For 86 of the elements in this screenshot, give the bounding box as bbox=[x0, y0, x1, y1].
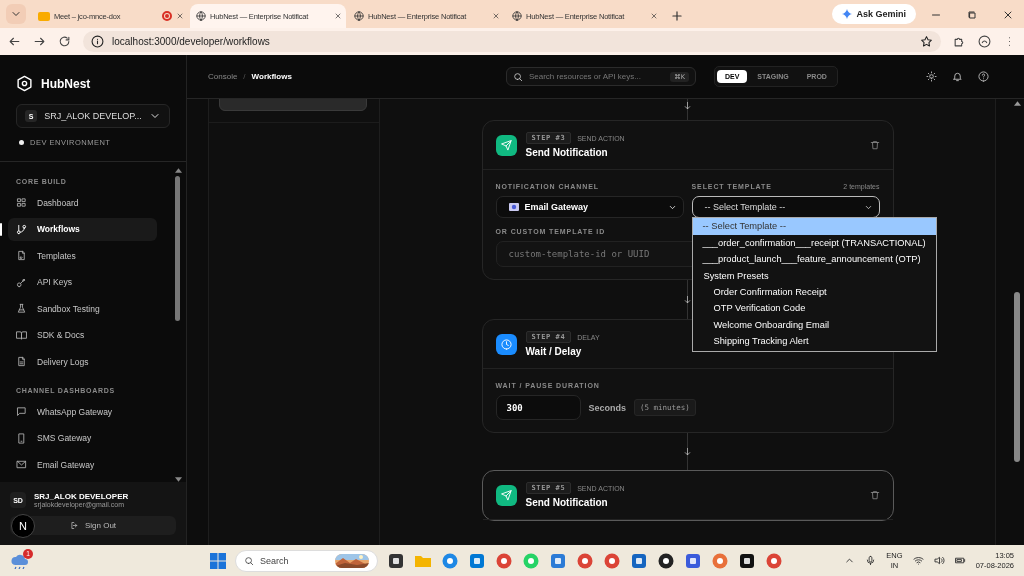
forward-icon[interactable] bbox=[33, 35, 46, 48]
phone-icon bbox=[16, 432, 27, 444]
wifi-icon[interactable] bbox=[912, 555, 924, 566]
chat-bubble-icon bbox=[16, 406, 27, 417]
globe-icon bbox=[354, 11, 364, 21]
breadcrumb-separator: / bbox=[243, 72, 246, 81]
taskbar-app-icon[interactable] bbox=[657, 551, 675, 570]
star-icon[interactable] bbox=[920, 35, 933, 48]
document-icon bbox=[16, 356, 27, 367]
duration-field[interactable]: 300 bbox=[495, 395, 581, 420]
step-title: Send Notification bbox=[525, 497, 609, 508]
search-icon bbox=[244, 555, 254, 566]
taskbar-app-icon[interactable] bbox=[387, 551, 405, 570]
sidebar-item[interactable]: Email Gateway bbox=[8, 453, 157, 476]
info-icon bbox=[91, 35, 104, 48]
scroll-up-icon[interactable] bbox=[174, 168, 182, 173]
close-icon[interactable] bbox=[334, 12, 342, 20]
send-icon bbox=[500, 489, 512, 501]
trash-icon[interactable] bbox=[869, 140, 880, 150]
camera-icon bbox=[38, 11, 50, 21]
book-icon bbox=[16, 329, 27, 341]
key-icon bbox=[16, 276, 27, 288]
dropdown-option[interactable]: -- Select Template -- bbox=[692, 218, 936, 235]
sidebar-item[interactable]: Dashboard bbox=[8, 191, 157, 214]
channel-select[interactable]: Email Gateway bbox=[495, 196, 684, 218]
branch-icon bbox=[16, 223, 27, 235]
profile-icon[interactable] bbox=[978, 35, 991, 48]
help-icon[interactable] bbox=[978, 71, 989, 82]
restore-icon[interactable] bbox=[966, 9, 978, 21]
envelope-icon bbox=[508, 203, 519, 211]
logout-icon bbox=[69, 521, 79, 530]
globe-icon bbox=[512, 11, 522, 21]
sun-icon[interactable] bbox=[926, 71, 937, 82]
sidebar-item[interactable]: API Keys bbox=[8, 270, 157, 294]
user-name: SRJ_ALOK DEVELOPER bbox=[34, 492, 129, 501]
clock-icon bbox=[500, 338, 512, 350]
back-icon[interactable] bbox=[8, 35, 21, 48]
option-group-label: System Presets bbox=[702, 269, 770, 283]
sidebar-item[interactable]: SMS Gateway bbox=[8, 426, 157, 450]
address-bar[interactable]: localhost:3000/developer/workflows bbox=[83, 31, 941, 52]
trash-icon[interactable] bbox=[869, 490, 880, 500]
reload-icon[interactable] bbox=[58, 35, 71, 48]
brand-name: HubNest bbox=[41, 76, 91, 91]
microphone-icon[interactable] bbox=[865, 555, 877, 566]
puzzle-icon[interactable] bbox=[953, 35, 966, 48]
breadcrumb[interactable]: Workflows bbox=[251, 72, 292, 81]
step-title: Send Notification bbox=[525, 147, 609, 158]
tab-list-button[interactable] bbox=[6, 4, 26, 24]
active-indicator bbox=[0, 222, 2, 236]
dropdown-option[interactable]: OTP Verification Code bbox=[692, 300, 936, 317]
new-tab-icon[interactable] bbox=[670, 9, 684, 23]
scrollbar[interactable] bbox=[174, 168, 182, 482]
sparkle-icon bbox=[842, 9, 853, 19]
recording-icon bbox=[162, 11, 172, 21]
flask-icon bbox=[16, 303, 27, 314]
status-dot bbox=[19, 140, 24, 145]
file-icon bbox=[16, 250, 27, 261]
unit-label: Seconds bbox=[588, 402, 626, 413]
battery-icon[interactable] bbox=[954, 555, 966, 566]
send-icon bbox=[500, 139, 512, 151]
dev-tools-badge[interactable]: N bbox=[11, 514, 35, 538]
hexagon-logo-icon bbox=[16, 75, 33, 92]
volume-icon[interactable] bbox=[933, 555, 945, 566]
windows-start-icon[interactable] bbox=[210, 552, 226, 569]
bell-icon[interactable] bbox=[952, 71, 963, 82]
template-select[interactable]: -- Select Template -- bbox=[691, 196, 880, 218]
arrow-down-icon bbox=[683, 447, 692, 456]
sidebar-item[interactable]: Templates bbox=[8, 244, 157, 267]
dropdown-option[interactable]: Order Confirmation Receipt bbox=[692, 283, 936, 300]
sidebar-item[interactable]: SDK & Docs bbox=[8, 323, 157, 347]
sidebar-item[interactable]: WhatsApp Gateway bbox=[8, 400, 157, 423]
gemini-button[interactable]: Ask Gemini bbox=[832, 4, 916, 24]
close-icon[interactable] bbox=[1002, 9, 1014, 21]
globe-icon bbox=[196, 11, 206, 21]
arrow-down-icon bbox=[683, 295, 692, 304]
breadcrumb[interactable]: Console bbox=[208, 72, 238, 81]
taskbar-app-icon[interactable] bbox=[738, 551, 756, 570]
grid-icon bbox=[16, 197, 27, 208]
search-icon bbox=[512, 71, 523, 82]
sidebar-item[interactable]: Sandbox Testing bbox=[8, 297, 157, 320]
sidebar-item[interactable]: Delivery Logs bbox=[8, 350, 157, 373]
arrow-down-icon bbox=[683, 101, 692, 110]
step-title: Wait / Delay bbox=[525, 346, 583, 357]
mail-icon bbox=[16, 459, 27, 470]
scroll-up-icon[interactable] bbox=[1013, 101, 1021, 106]
taskbar-search-field[interactable]: Search bbox=[235, 549, 378, 572]
